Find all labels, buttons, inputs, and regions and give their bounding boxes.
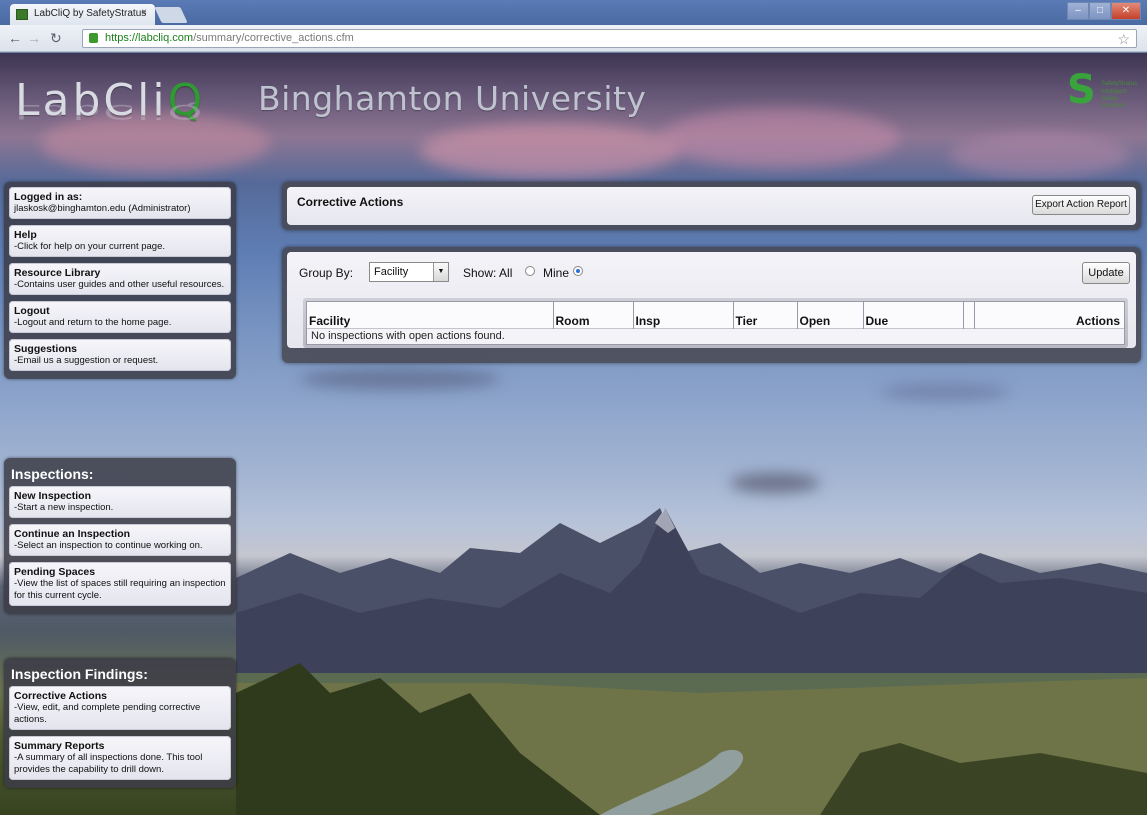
lock-icon (89, 33, 98, 43)
show-all-radio[interactable] (525, 266, 535, 276)
labcliq-favicon-icon (16, 9, 28, 20)
logo-reflection: LabCliQ (15, 100, 206, 123)
logged-in-card: Logged in as: jlaskosk@binghamton.edu (A… (9, 187, 231, 219)
summary-reports-desc: -A summary of all inspections done. This… (14, 752, 203, 775)
page-content: LabCliQ LabCliQ Binghamton University S … (0, 53, 1147, 815)
close-tab-icon[interactable]: × (141, 7, 147, 18)
pending-spaces-title: Pending Spaces (14, 566, 96, 578)
sidebar-inspections-group: Inspections: New Inspection -Start a new… (4, 458, 236, 614)
bookmark-star-icon[interactable]: ☆ (1117, 31, 1130, 48)
window-controls: – □ ✕ (1067, 2, 1141, 20)
title-panel: Corrective Actions Export Action Report (282, 182, 1141, 230)
sidebar-item-pending-spaces[interactable]: Pending Spaces -View the list of spaces … (9, 562, 231, 606)
sidebar-item-new-inspection[interactable]: New Inspection -Start a new inspection. (9, 486, 231, 518)
sidebar-item-summary-reports[interactable]: Summary Reports -A summary of all inspec… (9, 736, 231, 780)
sidebar-item-corrective-actions[interactable]: Corrective Actions -View, edit, and comp… (9, 686, 231, 730)
suggestions-desc: -Email us a suggestion or request. (14, 355, 159, 366)
corrective-actions-table: Facility Room Insp Tier Open Due Actions (307, 302, 1124, 344)
maximize-icon[interactable]: □ (1089, 2, 1111, 20)
resource-library-title: Resource Library (14, 267, 101, 279)
dropdown-arrow-icon: ▼ (433, 263, 448, 281)
suggestions-title: Suggestions (14, 343, 78, 355)
corrective-actions-panel-inner: Group By: Facility ▼ Show: All Mine Upda… (287, 252, 1136, 348)
safetystratus-logo: S SafetyStratus Intelligent Safety Solut… (1067, 67, 1138, 113)
findings-heading: Inspection Findings: (11, 666, 148, 682)
continue-inspection-desc: -Select an inspection to continue workin… (14, 540, 203, 551)
pending-spaces-desc: -View the list of spaces still requiring… (14, 578, 226, 601)
sidebar-item-suggestions[interactable]: Suggestions -Email us a suggestion or re… (9, 339, 231, 371)
column-header-room[interactable]: Room (553, 302, 634, 329)
url-scheme: https:// (105, 32, 139, 44)
column-header-insp[interactable]: Insp (633, 302, 734, 329)
inspections-heading: Inspections: (11, 466, 94, 482)
sidebar-item-logout[interactable]: Logout -Logout and return to the home pa… (9, 301, 231, 333)
column-header-tier[interactable]: Tier (733, 302, 798, 329)
logout-desc: -Logout and return to the home page. (14, 317, 172, 328)
column-header-actions: Actions (974, 302, 1124, 329)
corrective-actions-desc: -View, edit, and complete pending correc… (14, 702, 201, 725)
tab-title: LabCliQ by SafetyStratus (34, 8, 147, 19)
browser-tabstrip: LabCliQ by SafetyStratus × – □ ✕ (0, 0, 1147, 25)
resource-library-desc: -Contains user guides and other useful r… (14, 279, 225, 290)
logout-title: Logout (14, 305, 50, 317)
empty-table-message: No inspections with open actions found. (307, 328, 1124, 344)
table-row: No inspections with open actions found. (307, 328, 1124, 344)
update-button[interactable]: Update (1082, 262, 1130, 284)
column-header-open[interactable]: Open (797, 302, 864, 329)
summary-reports-title: Summary Reports (14, 740, 105, 752)
title-panel-inner: Corrective Actions Export Action Report (287, 187, 1136, 225)
filter-row: Group By: Facility ▼ Show: All Mine Upda… (287, 252, 1136, 296)
continue-inspection-title: Continue an Inspection (14, 528, 131, 540)
logged-in-title: Logged in as: (14, 191, 83, 203)
actions-table-container: Facility Room Insp Tier Open Due Actions (306, 301, 1125, 345)
help-title: Help (14, 229, 37, 241)
group-by-value: Facility (374, 266, 409, 278)
column-header-blank (963, 302, 975, 329)
column-header-due[interactable]: Due (863, 302, 964, 329)
brand-line-2: Intelligent Safety Solutions (1101, 89, 1127, 109)
window-close-icon[interactable]: ✕ (1111, 2, 1141, 20)
mine-label: Mine (543, 266, 570, 280)
safetystratus-s-icon: S (1067, 67, 1096, 113)
column-header-facility[interactable]: Facility (307, 302, 554, 329)
table-header-row: Facility Room Insp Tier Open Due Actions (307, 302, 1124, 329)
back-arrow-icon[interactable]: ← (8, 31, 22, 45)
minimize-icon[interactable]: – (1067, 2, 1089, 20)
url-host: labcliq.com (138, 32, 194, 44)
address-bar[interactable]: https://labcliq.com/summary/corrective_a… (82, 29, 1137, 48)
page-title: Corrective Actions (297, 195, 404, 209)
forward-arrow-icon[interactable]: → (27, 31, 41, 45)
group-by-select[interactable]: Facility ▼ (369, 262, 449, 282)
new-tab-button[interactable] (154, 7, 188, 23)
reload-icon[interactable]: ↻ (50, 31, 62, 45)
export-action-report-button[interactable]: Export Action Report (1032, 195, 1130, 215)
actions-table-frame: Facility Room Insp Tier Open Due Actions (303, 298, 1128, 348)
sidebar-findings-group: Inspection Findings: Corrective Actions … (4, 658, 236, 788)
corrective-actions-panel: Group By: Facility ▼ Show: All Mine Upda… (282, 247, 1141, 363)
university-name: Binghamton University (258, 79, 647, 118)
sidebar-item-continue-inspection[interactable]: Continue an Inspection -Select an inspec… (9, 524, 231, 556)
browser-tab[interactable]: LabCliQ by SafetyStratus × (10, 4, 155, 25)
new-inspection-desc: -Start a new inspection. (14, 502, 114, 513)
sidebar-account-group: Logged in as: jlaskosk@binghamton.edu (A… (4, 182, 236, 379)
show-mine-radio[interactable] (573, 266, 583, 276)
sidebar-item-help[interactable]: Help -Click for help on your current pag… (9, 225, 231, 257)
corrective-actions-title: Corrective Actions (14, 690, 107, 702)
sidebar-item-resource-library[interactable]: Resource Library -Contains user guides a… (9, 263, 231, 295)
brand-line-1: SafetyStratus (1101, 81, 1138, 87)
url-path: /summary/corrective_actions.cfm (193, 32, 354, 44)
new-inspection-title: New Inspection (14, 490, 92, 502)
browser-toolbar: ← → ↻ https://labcliq.com/summary/correc… (0, 25, 1147, 52)
show-all-label: Show: All (463, 266, 513, 280)
logged-in-user: jlaskosk@binghamton.edu (Administrator) (14, 203, 191, 214)
help-desc: -Click for help on your current page. (14, 241, 166, 252)
group-by-label: Group By: (299, 266, 354, 280)
